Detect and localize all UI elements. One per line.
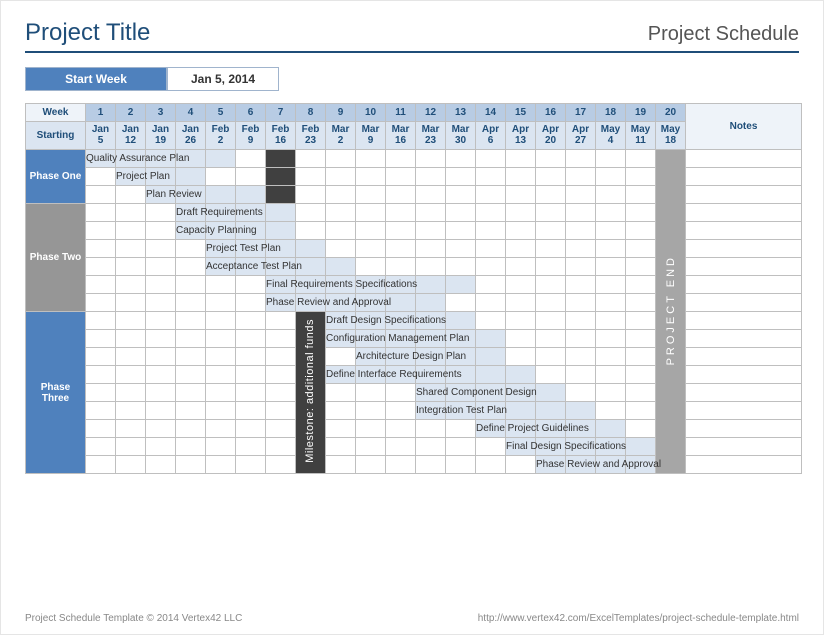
gantt-bar: Draft Design Specifications: [326, 312, 356, 330]
wkdate: Mar2: [326, 122, 356, 150]
gantt-bar: Project Test Plan: [206, 240, 236, 258]
wknum: 13: [446, 104, 476, 122]
start-week-label: Start Week: [25, 67, 167, 91]
wknum: 18: [596, 104, 626, 122]
template-url: http://www.vertex42.com/ExcelTemplates/p…: [478, 613, 799, 624]
gantt-bar: Configuration Management Plan: [326, 330, 356, 348]
wkdate: Jan19: [146, 122, 176, 150]
copyright-text: Project Schedule Template © 2014 Vertex4…: [25, 613, 242, 624]
gantt-bar: Phase Review and Approval: [536, 456, 566, 474]
hdr-starting: Starting: [26, 122, 86, 150]
wknum: 20: [656, 104, 686, 122]
wkdate: May4: [596, 122, 626, 150]
wknum: 17: [566, 104, 596, 122]
start-week-row: Start WeekJan 5, 2014: [25, 67, 799, 91]
milestone: Milestone: additional funds: [296, 312, 326, 474]
wknum: 5: [206, 104, 236, 122]
wkdate: Jan12: [116, 122, 146, 150]
phase-three-label: Phase Three: [26, 312, 86, 474]
gantt-bar: Acceptance Test Plan: [206, 258, 236, 276]
wkdate: Apr13: [506, 122, 536, 150]
header: Project Title Project Schedule: [25, 19, 799, 53]
gantt-bar: Project Plan: [116, 168, 146, 186]
phase-two-label: Phase Two: [26, 204, 86, 312]
gantt-bar: Phase Review and Approval: [266, 294, 296, 312]
wkdate: Mar23: [416, 122, 446, 150]
wknum: 14: [476, 104, 506, 122]
wkdate: Jan5: [86, 122, 116, 150]
wkdate: Apr27: [566, 122, 596, 150]
gantt-bar: Final Design Specifications: [506, 438, 536, 456]
wknum: 19: [626, 104, 656, 122]
gantt-bar: Define Project Guidelines: [476, 420, 506, 438]
phase-one-label: Phase One: [26, 150, 86, 204]
gantt-bar: Define Interface Requirements: [326, 366, 356, 384]
wknum: 6: [236, 104, 266, 122]
wknum: 16: [536, 104, 566, 122]
page-title: Project Title: [25, 19, 150, 47]
wknum: 3: [146, 104, 176, 122]
wknum: 8: [296, 104, 326, 122]
wknum: 15: [506, 104, 536, 122]
wkdate: Jan26: [176, 122, 206, 150]
wkdate: May11: [626, 122, 656, 150]
start-week-value[interactable]: Jan 5, 2014: [167, 67, 279, 91]
gantt-bar: Capacity Planning: [176, 222, 206, 240]
wkdate: Mar9: [356, 122, 386, 150]
schedule-grid: Week 1 2 3 4 5 6 7 8 9 10 11 12 13 14 15…: [25, 103, 802, 474]
wkdate: Feb16: [266, 122, 296, 150]
wknum: 9: [326, 104, 356, 122]
hdr-notes: Notes: [686, 104, 802, 150]
gantt-bar: Quality Assurance Plan: [86, 150, 116, 168]
hdr-week: Week: [26, 104, 86, 122]
wknum: 4: [176, 104, 206, 122]
wkdate: Feb9: [236, 122, 266, 150]
gantt-bar: Plan Review: [146, 186, 176, 204]
wkdate: Feb2: [206, 122, 236, 150]
project-end: PROJECT END: [656, 150, 686, 474]
wknum: 11: [386, 104, 416, 122]
wkdate: Mar30: [446, 122, 476, 150]
footer: Project Schedule Template © 2014 Vertex4…: [25, 613, 799, 624]
gantt-bar: Architecture Design Plan: [356, 348, 386, 366]
wkdate: May18: [656, 122, 686, 150]
wknum: 12: [416, 104, 446, 122]
gantt-bar: Draft Requirements: [176, 204, 206, 222]
wkdate: Mar16: [386, 122, 416, 150]
wknum: 1: [86, 104, 116, 122]
gantt-bar: Shared Component Design: [416, 384, 446, 402]
wknum: 7: [266, 104, 296, 122]
wkdate: Feb23: [296, 122, 326, 150]
wknum: 2: [116, 104, 146, 122]
wknum: 10: [356, 104, 386, 122]
gantt-bar: Integration Test Plan: [416, 402, 446, 420]
wkdate: Apr20: [536, 122, 566, 150]
page-subtitle: Project Schedule: [648, 23, 799, 46]
gantt-bar: Final Requirements Specifications: [266, 276, 296, 294]
wkdate: Apr6: [476, 122, 506, 150]
